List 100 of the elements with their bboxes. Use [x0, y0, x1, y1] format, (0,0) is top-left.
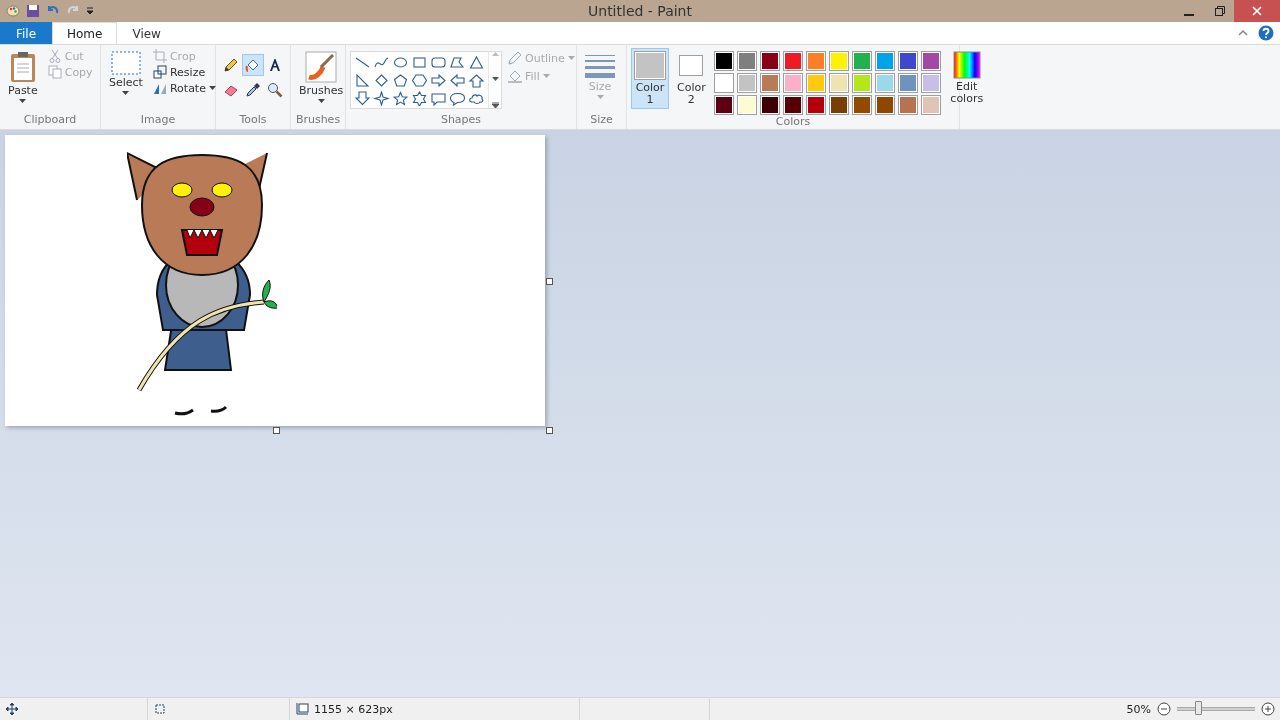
color-swatch[interactable]: [782, 73, 803, 93]
color-swatch[interactable]: [759, 73, 780, 93]
line-width-icon: [585, 53, 615, 79]
resize-handle[interactable]: [273, 427, 280, 434]
color-swatch[interactable]: [874, 73, 895, 93]
caret-icon: [19, 99, 27, 103]
color-swatch[interactable]: [874, 95, 895, 115]
color-swatch[interactable]: [805, 73, 826, 93]
scroll-down-icon[interactable]: [491, 77, 499, 81]
pen-outline-icon: [508, 51, 522, 65]
paint-bucket-icon: [508, 69, 522, 83]
diamond-icon-button[interactable]: [372, 71, 391, 89]
color-swatch[interactable]: [851, 73, 872, 93]
color-swatch[interactable]: [828, 51, 849, 71]
rotate-button[interactable]: Rotate: [150, 80, 218, 96]
paint-bucket-icon: [245, 57, 261, 73]
magnifier-icon: [267, 82, 283, 98]
color-swatch[interactable]: [713, 51, 734, 71]
group-label: Size: [589, 113, 614, 128]
hexagon-icon-button[interactable]: [410, 71, 429, 89]
down-arrow-icon-button[interactable]: [353, 89, 372, 107]
eyedropper-icon: [245, 82, 261, 98]
pentagon-icon-button[interactable]: [391, 71, 410, 89]
color-swatch[interactable]: [828, 95, 849, 115]
diamond-icon: [373, 72, 390, 88]
copy-icon: [47, 65, 62, 79]
color-swatch[interactable]: [736, 95, 757, 115]
zoom-percentage: 50%: [1126, 702, 1151, 716]
color-swatch[interactable]: [920, 95, 941, 115]
color-swatch[interactable]: [897, 51, 918, 71]
left-arrow-icon-button[interactable]: [448, 71, 467, 89]
paste-button[interactable]: Paste: [4, 48, 42, 113]
four-point-star-icon-button[interactable]: [372, 89, 391, 107]
resize-button[interactable]: Resize: [150, 64, 218, 80]
paint-palette-icon: [6, 4, 20, 18]
color-swatch[interactable]: [874, 51, 895, 71]
color-swatch[interactable]: [897, 95, 918, 115]
color-swatch[interactable]: [897, 73, 918, 93]
six-point-star-icon-button[interactable]: [410, 89, 429, 107]
zoom-slider-thumb[interactable]: [1194, 701, 1202, 715]
color-selector-button[interactable]: Color 2: [673, 48, 710, 109]
up-arrow-icon-button[interactable]: [467, 71, 486, 89]
brushes-button[interactable]: Brushes: [295, 48, 348, 113]
right-triangle-icon-button[interactable]: [353, 71, 372, 89]
down-arrow-icon: [354, 90, 371, 106]
close-icon: [1252, 6, 1262, 16]
color-swatch[interactable]: [782, 51, 803, 71]
hexagon-icon: [411, 72, 428, 88]
clipboard-icon: [8, 51, 37, 83]
color-swatch[interactable]: [920, 73, 941, 93]
zoom-in-icon[interactable]: [1261, 702, 1275, 716]
color-swatch[interactable]: [713, 73, 734, 93]
selection-size-icon: [154, 703, 166, 715]
ribbon-tab[interactable]: Home: [52, 22, 118, 45]
text-tool-icon: [267, 57, 283, 73]
group-label: Brushes: [295, 113, 341, 128]
color-swatch[interactable]: [851, 51, 872, 71]
drawing-canvas[interactable]: [5, 135, 545, 426]
color-spectrum-icon: [952, 51, 981, 79]
customize-menu-icon[interactable]: [86, 7, 94, 15]
help-icon[interactable]: [1258, 25, 1274, 41]
right-arrow-icon: [430, 72, 447, 88]
collapse-ribbon-icon[interactable]: [1238, 30, 1248, 36]
color-swatch[interactable]: [713, 95, 734, 115]
color-swatch[interactable]: [736, 73, 757, 93]
color-swatch[interactable]: [759, 95, 780, 115]
caret-icon: [542, 74, 550, 78]
selection-rectangle-icon: [110, 51, 141, 75]
color-swatch[interactable]: [828, 73, 849, 93]
resize-handle[interactable]: [546, 278, 553, 285]
minimize-icon: [1184, 14, 1194, 16]
caret-icon: [208, 86, 216, 90]
oval-callout-icon: [449, 90, 466, 106]
zoom-out-icon[interactable]: [1157, 702, 1171, 716]
expand-gallery-icon[interactable]: [491, 102, 499, 108]
resize-icon: [152, 65, 167, 79]
four-point-star-icon: [373, 90, 390, 106]
rectangle-icon: [411, 54, 428, 70]
color-swatch[interactable]: [782, 95, 803, 115]
color-swatch[interactable]: [805, 95, 826, 115]
color-selector-button[interactable]: Color 1: [631, 48, 669, 109]
right-arrow-icon-button[interactable]: [429, 71, 448, 89]
color-swatch[interactable]: [759, 51, 780, 71]
resize-handle[interactable]: [546, 427, 553, 434]
up-arrow-icon: [468, 72, 485, 88]
brush-icon: [305, 51, 338, 83]
color-swatch[interactable]: [920, 51, 941, 71]
right-triangle-icon: [354, 72, 371, 88]
color-swatch[interactable]: [851, 95, 872, 115]
triangle-icon-button[interactable]: [467, 53, 486, 71]
color-swatch[interactable]: [805, 51, 826, 71]
ribbon-tab[interactable]: File: [0, 22, 52, 44]
star-icon: [392, 90, 409, 106]
star-icon-button[interactable]: [391, 89, 410, 107]
oval-icon: [392, 54, 409, 70]
color-swatch[interactable]: [736, 51, 757, 71]
edit-colors-button[interactable]: Edit colors: [946, 48, 987, 115]
save-button[interactable]: [26, 4, 40, 18]
group-label: Image: [139, 113, 177, 128]
select-button[interactable]: Select: [105, 48, 147, 113]
